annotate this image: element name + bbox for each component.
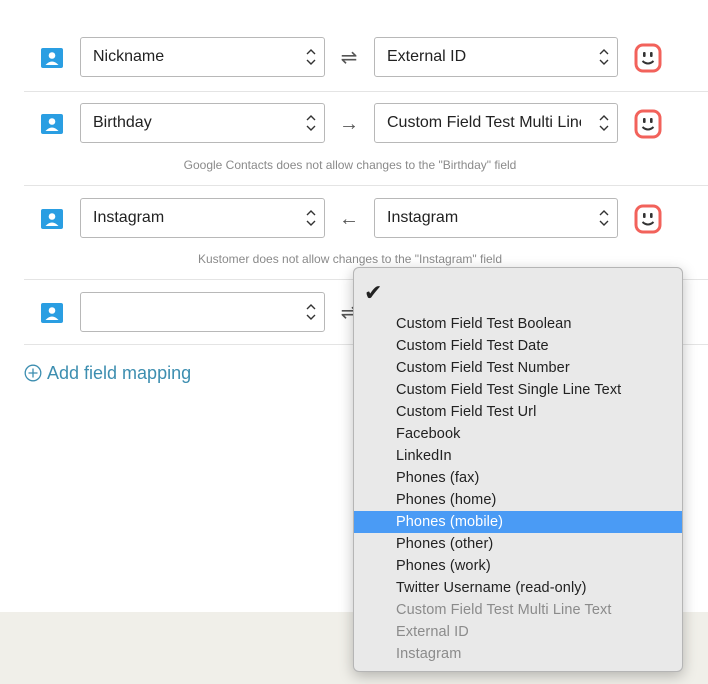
dropdown-option[interactable]: Custom Field Test Url bbox=[354, 401, 682, 423]
dropdown-option: Custom Field Test Multi Line Text bbox=[396, 602, 612, 618]
kustomer-icon bbox=[634, 43, 662, 73]
target-field-value: Custom Field Test Multi Line Text bbox=[387, 114, 581, 131]
chevron-up-down-icon bbox=[306, 304, 316, 320]
google-contacts-icon bbox=[41, 114, 63, 134]
google-contacts-icon bbox=[41, 48, 63, 68]
target-field-value: External ID bbox=[387, 48, 467, 65]
target-field-select[interactable]: Custom Field Test Multi Line Text bbox=[374, 103, 618, 143]
source-field-select[interactable]: Birthday bbox=[80, 103, 325, 143]
source-field-value: Nickname bbox=[93, 48, 165, 65]
plus-circle-icon bbox=[24, 364, 42, 382]
chevron-up-down-icon bbox=[599, 210, 609, 226]
dropdown-option[interactable]: Custom Field Test Number bbox=[354, 357, 682, 379]
sync-direction-icon[interactable]: ⇌ bbox=[337, 48, 361, 68]
sync-direction-icon[interactable]: ← bbox=[337, 209, 361, 229]
dropdown-option[interactable]: Phones (other) bbox=[354, 533, 682, 555]
google-contacts-icon bbox=[41, 303, 63, 323]
target-field-select[interactable]: External ID bbox=[374, 37, 618, 77]
dropdown-option[interactable]: Custom Field Test Date bbox=[354, 335, 682, 357]
dropdown-option[interactable]: Custom Field Test Boolean bbox=[354, 313, 682, 335]
add-field-mapping-link[interactable]: Add field mapping bbox=[24, 362, 191, 384]
row-divider bbox=[24, 91, 708, 92]
field-restriction-note: Google Contacts does not allow changes t… bbox=[183, 158, 517, 172]
chevron-up-down-icon bbox=[599, 115, 609, 131]
dropdown-option[interactable]: LinkedIn bbox=[354, 445, 682, 467]
kustomer-icon bbox=[634, 109, 662, 139]
dropdown-option[interactable]: Phones (home) bbox=[354, 489, 682, 511]
target-field-dropdown-menu[interactable]: ✔ Custom Field Test Boolean Custom Field … bbox=[353, 267, 683, 672]
dropdown-option[interactable]: Custom Field Test Single Line Text bbox=[354, 379, 682, 401]
chevron-up-down-icon bbox=[306, 49, 316, 65]
target-field-select[interactable]: Instagram bbox=[374, 198, 618, 238]
source-field-select[interactable]: Instagram bbox=[80, 198, 325, 238]
chevron-up-down-icon bbox=[306, 115, 316, 131]
source-field-value: Instagram bbox=[93, 209, 165, 226]
add-field-mapping-label: Add field mapping bbox=[47, 363, 192, 383]
dropdown-option[interactable]: Twitter Username (read-only) bbox=[354, 577, 682, 599]
field-restriction-note: Kustomer does not allow changes to the "… bbox=[197, 252, 503, 266]
checkmark-icon: ✔ bbox=[364, 280, 383, 305]
kustomer-icon bbox=[634, 204, 662, 234]
dropdown-options: Custom Field Test Boolean Custom Field Te… bbox=[354, 313, 682, 665]
google-contacts-icon bbox=[41, 209, 63, 229]
chevron-up-down-icon bbox=[599, 49, 609, 65]
sync-direction-icon[interactable]: → bbox=[337, 114, 361, 134]
source-field-select[interactable] bbox=[80, 292, 325, 332]
dropdown-option: Instagram bbox=[396, 646, 462, 662]
dropdown-option[interactable]: Phones (work) bbox=[354, 555, 682, 577]
dropdown-option[interactable]: Facebook bbox=[354, 423, 682, 445]
target-field-value: Instagram bbox=[387, 209, 459, 226]
dropdown-option: External ID bbox=[396, 624, 469, 640]
source-field-value: Birthday bbox=[93, 114, 152, 131]
chevron-up-down-icon bbox=[306, 210, 316, 226]
source-field-select[interactable]: Nickname bbox=[80, 37, 325, 77]
dropdown-option[interactable]: Phones (fax) bbox=[354, 467, 682, 489]
row-divider bbox=[24, 185, 708, 186]
dropdown-option[interactable]: Phones (mobile) bbox=[354, 511, 682, 533]
